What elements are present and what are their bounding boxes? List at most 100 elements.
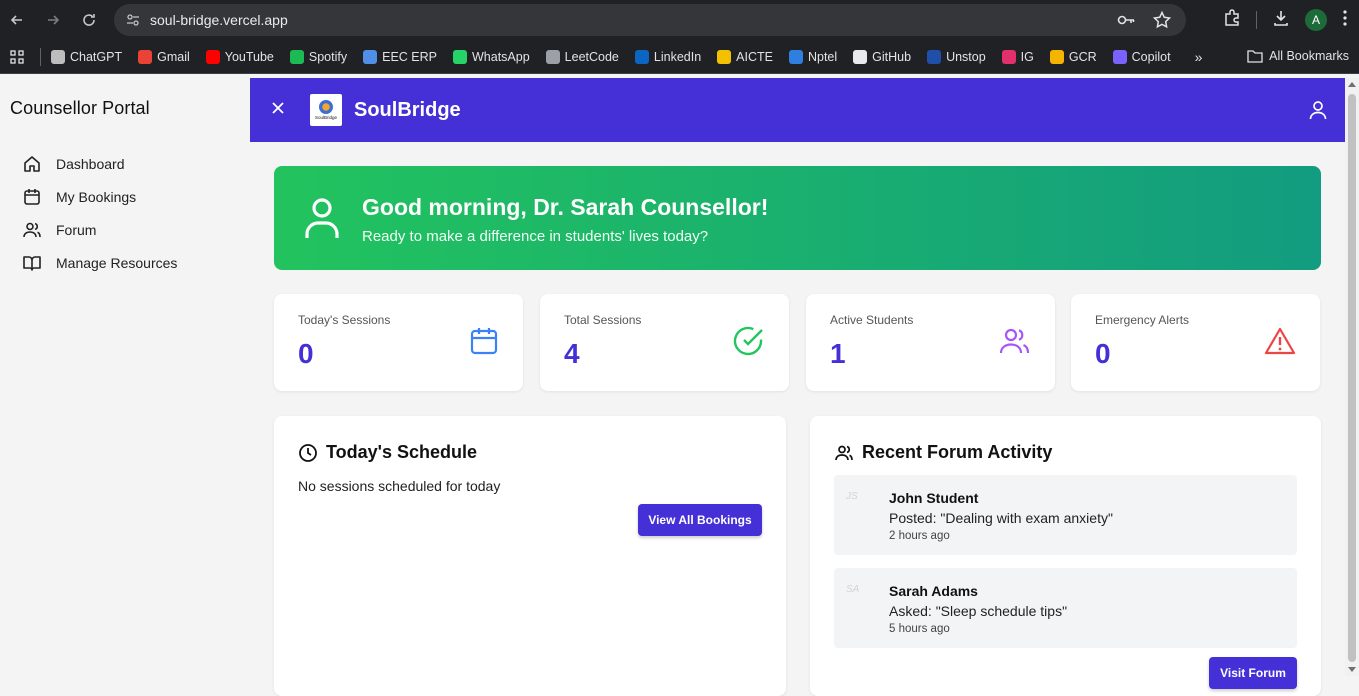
bookmark-leetcode[interactable]: LeetCode: [545, 49, 619, 64]
bookmark-copilot[interactable]: Copilot: [1112, 49, 1171, 64]
sidebar-item-manage-resources[interactable]: Manage Resources: [22, 253, 177, 273]
forum-activity-title: Recent Forum Activity: [834, 442, 1052, 463]
bookmark-favicon-icon: [634, 49, 649, 64]
sidebar-item-forum[interactable]: Forum: [22, 220, 96, 240]
schedule-card: Today's Schedule No sessions scheduled f…: [274, 416, 786, 696]
bookmark-favicon-icon: [1049, 49, 1064, 64]
avatar-initials: SA: [846, 584, 860, 595]
user-profile-icon[interactable]: [1309, 100, 1327, 125]
users-icon: [23, 222, 41, 238]
apps-grid-icon[interactable]: [2, 49, 32, 64]
activity-author: John Student: [889, 490, 979, 506]
extensions-icon[interactable]: [1222, 8, 1242, 33]
download-icon[interactable]: [1271, 8, 1291, 33]
page-scrollbar[interactable]: [1345, 78, 1359, 676]
back-icon[interactable]: [4, 7, 30, 33]
alert-triangle-icon: [1264, 326, 1296, 361]
scroll-down-arrow-icon[interactable]: [1348, 667, 1356, 672]
more-bookmarks-button[interactable]: »: [1195, 49, 1203, 65]
browser-toolbar: soul-bridge.vercel.app A: [0, 0, 1359, 40]
calendar-icon: [24, 189, 40, 205]
sidebar-item-my-bookings[interactable]: My Bookings: [22, 187, 136, 207]
bookmark-star-icon[interactable]: [1152, 10, 1172, 35]
bookmark-gcr[interactable]: GCR: [1049, 49, 1097, 64]
bookmark-unstop[interactable]: Unstop: [927, 49, 986, 64]
site-settings-icon[interactable]: [124, 11, 142, 29]
toolbar-divider: [1256, 11, 1257, 29]
reload-icon[interactable]: [76, 7, 102, 33]
stat-label: Active Students: [830, 313, 914, 327]
bookmark-favicon-icon: [853, 49, 868, 64]
web-page: Counsellor Portal Dashboard My Bookings …: [0, 78, 1359, 696]
bookmark-label: GCR: [1068, 49, 1097, 64]
stat-card-emergency-alerts: Emergency Alerts 0: [1071, 294, 1320, 391]
bookmark-chatgpt[interactable]: ChatGPT: [51, 49, 123, 64]
bookmark-label: WhatsApp: [472, 49, 530, 64]
menu-kebab-icon[interactable]: [1341, 8, 1349, 33]
bookmark-github[interactable]: GitHub: [853, 49, 912, 64]
calendar-icon: [469, 326, 499, 361]
greeting-subtitle: Ready to make a difference in students' …: [362, 228, 709, 245]
bookmark-favicon-icon: [289, 49, 304, 64]
close-sidebar-icon[interactable]: [270, 100, 286, 121]
bookmark-spotify[interactable]: Spotify: [289, 49, 348, 64]
schedule-title-text: Today's Schedule: [326, 442, 477, 462]
visit-forum-button[interactable]: Visit Forum: [1209, 657, 1297, 689]
scrollbar-thumb[interactable]: [1348, 94, 1356, 662]
bookmark-label: Spotify: [308, 49, 348, 64]
sidebar: Counsellor Portal Dashboard My Bookings …: [0, 78, 250, 676]
stat-label: Total Sessions: [564, 313, 642, 327]
bookmark-label: Gmail: [157, 49, 190, 64]
stat-label: Emergency Alerts: [1095, 313, 1190, 327]
bookmark-favicon-icon: [138, 49, 153, 64]
user-icon: [302, 196, 342, 245]
users-icon: [999, 326, 1031, 361]
check-circle-icon: [733, 326, 765, 361]
sidebar-item-dashboard[interactable]: Dashboard: [22, 154, 125, 174]
forum-activity-title-text: Recent Forum Activity: [862, 442, 1053, 462]
bookmark-label: GitHub: [872, 49, 912, 64]
brand-name: SoulBridge: [354, 99, 461, 121]
bookmark-list: ChatGPT Gmail YouTube Spotify EEC ERP WhatsAp…: [51, 49, 1187, 64]
bookmark-youtube[interactable]: YouTube: [205, 49, 274, 64]
scroll-up-arrow-icon[interactable]: [1348, 82, 1356, 87]
empty-schedule-text: No sessions scheduled for today: [298, 478, 501, 494]
forum-activity-item[interactable]: JS John Student Posted: "Dealing with ex…: [834, 475, 1297, 555]
stat-value: 0: [298, 338, 314, 369]
greeting-banner: Good morning, Dr. Sarah Counsellor! Read…: [274, 166, 1321, 270]
forum-activity-item[interactable]: SA Sarah Adams Asked: "Sleep schedule ti…: [834, 568, 1297, 648]
bookmark-label: EEC ERP: [382, 49, 437, 64]
bookmark-nptel[interactable]: Nptel: [788, 49, 837, 64]
bookmark-label: LinkedIn: [653, 49, 702, 64]
bookmarks-divider: [40, 47, 41, 66]
bookmark-favicon-icon: [545, 49, 560, 64]
bookmark-label: ChatGPT: [70, 49, 123, 64]
bookmark-ig[interactable]: IG: [1001, 49, 1034, 64]
bookmark-favicon-icon: [927, 49, 942, 64]
bookmark-aicte[interactable]: AICTE: [717, 49, 773, 64]
bookmark-whatsapp[interactable]: WhatsApp: [453, 49, 530, 64]
avatar-initials: JS: [846, 491, 858, 502]
stat-card-total-sessions: Total Sessions 4: [540, 294, 789, 391]
bookmark-linkedin[interactable]: LinkedIn: [634, 49, 702, 64]
profile-avatar[interactable]: A: [1305, 9, 1327, 31]
stat-value: 0: [1095, 338, 1111, 369]
stat-label: Today's Sessions: [298, 313, 391, 327]
password-key-icon[interactable]: [1116, 10, 1136, 35]
bookmark-gmail[interactable]: Gmail: [138, 49, 190, 64]
stat-value: 4: [564, 338, 580, 369]
logo-text: SoulBridge: [314, 115, 337, 120]
bookmark-eec-erp[interactable]: EEC ERP: [363, 49, 437, 64]
bookmark-favicon-icon: [51, 49, 65, 64]
view-all-bookings-button[interactable]: View All Bookings: [638, 504, 762, 536]
all-bookmarks-button[interactable]: All Bookmarks: [1247, 49, 1349, 63]
book-icon: [23, 256, 41, 271]
bookmark-label: YouTube: [224, 49, 274, 64]
forward-icon[interactable]: [40, 7, 66, 33]
home-icon: [24, 156, 40, 172]
all-bookmarks-label: All Bookmarks: [1269, 49, 1349, 63]
bookmark-label: LeetCode: [564, 49, 619, 64]
bookmarks-bar: ChatGPT Gmail YouTube Spotify EEC ERP WhatsAp…: [0, 40, 1359, 74]
address-bar[interactable]: soul-bridge.vercel.app: [114, 4, 1186, 36]
activity-author: Sarah Adams: [889, 583, 978, 599]
